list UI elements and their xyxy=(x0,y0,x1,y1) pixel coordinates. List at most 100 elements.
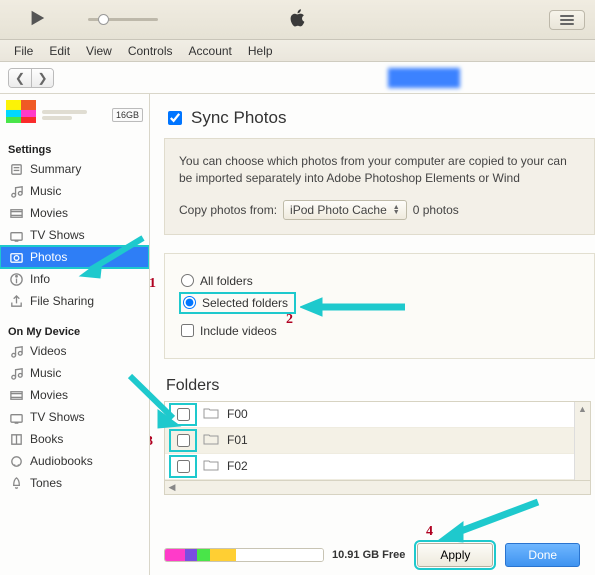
copy-from-label: Copy photos from: xyxy=(179,203,277,217)
menu-view[interactable]: View xyxy=(78,44,120,58)
device-capacity-badge: 16GB xyxy=(112,108,143,122)
apply-button[interactable]: Apply xyxy=(417,543,493,567)
usage-segment xyxy=(185,549,197,561)
sidebar-settings-summary[interactable]: Summary xyxy=(0,158,149,180)
scroll-up-icon[interactable]: ▲ xyxy=(575,402,590,416)
sync-description: You can choose which photos from your co… xyxy=(179,153,580,188)
annotation-arrow-4 xyxy=(433,494,543,547)
sidebar-settings-music[interactable]: Music xyxy=(0,180,149,202)
annotation-3: 3 xyxy=(150,434,153,450)
sidebar: 16GB Settings Summary Music Movies TV Shows… xyxy=(0,94,150,575)
tv-icon xyxy=(8,409,24,425)
folder-row[interactable]: F01 xyxy=(165,428,590,454)
folder-options-box: All folders Selected folders Include vid… xyxy=(164,253,595,359)
scrollbar-horizontal[interactable]: ◀ xyxy=(164,481,591,495)
sidebar-item-label: Info xyxy=(30,272,50,286)
storage-usage-bar xyxy=(164,548,324,562)
apple-logo-icon xyxy=(287,7,309,32)
nav-row: ❮ ❯ xyxy=(0,62,595,94)
menu-edit[interactable]: Edit xyxy=(41,44,78,58)
folder-name: F02 xyxy=(227,459,248,473)
sidebar-ondevice-music[interactable]: Music xyxy=(0,362,149,384)
sync-info-box: You can choose which photos from your co… xyxy=(164,138,595,235)
menu-account[interactable]: Account xyxy=(181,44,240,58)
folder-checkbox[interactable] xyxy=(171,457,195,476)
storage-free-label: 10.91 GB Free xyxy=(332,549,405,561)
list-view-button[interactable] xyxy=(549,10,585,30)
movies-icon xyxy=(8,387,24,403)
usage-segment xyxy=(210,549,236,561)
share-icon xyxy=(8,293,24,309)
storage-usage: 10.91 GB Free xyxy=(164,548,405,562)
copy-from-dropdown[interactable]: iPod Photo Cache ▲▼ xyxy=(283,200,407,220)
nav-forward-button[interactable]: ❯ xyxy=(31,69,53,87)
sidebar-item-label: Photos xyxy=(30,250,67,264)
radio-selected-folders[interactable]: Selected folders xyxy=(181,294,294,312)
folder-checkbox[interactable] xyxy=(171,405,195,424)
sidebar-item-label: File Sharing xyxy=(30,294,94,308)
menu-file[interactable]: File xyxy=(6,44,41,58)
chevron-updown-icon: ▲▼ xyxy=(393,205,400,215)
sidebar-item-label: TV Shows xyxy=(30,228,85,242)
books-icon xyxy=(8,431,24,447)
device-thumbnail-icon xyxy=(6,100,36,130)
sidebar-ondevice-tones[interactable]: Tones xyxy=(0,472,149,494)
forward-button[interactable] xyxy=(52,13,64,27)
folder-icon xyxy=(203,407,219,422)
sidebar-item-label: Audiobooks xyxy=(30,454,93,468)
content-pane: Sync Photos You can choose which photos … xyxy=(150,94,595,575)
nav-back-button[interactable]: ❮ xyxy=(9,69,31,87)
checkbox-include-videos[interactable]: Include videos xyxy=(181,324,578,338)
device-header[interactable]: 16GB xyxy=(0,94,149,140)
sidebar-settings-tv-shows[interactable]: TV Shows xyxy=(0,224,149,246)
volume-slider[interactable] xyxy=(82,18,164,21)
bottom-bar: 10.91 GB Free Apply Done xyxy=(164,543,595,567)
tv-icon xyxy=(8,227,24,243)
folder-name: F01 xyxy=(227,433,248,447)
sidebar-ondevice-audiobooks[interactable]: Audiobooks xyxy=(0,450,149,472)
sidebar-ondevice-movies[interactable]: Movies xyxy=(0,384,149,406)
sidebar-item-label: Movies xyxy=(30,388,68,402)
scrollbar-vertical[interactable]: ▲ xyxy=(574,402,590,480)
play-button[interactable] xyxy=(22,9,52,30)
usage-segment xyxy=(165,549,185,561)
sidebar-section-settings: Settings xyxy=(0,140,149,158)
annotation-4: 4 xyxy=(426,524,433,540)
rewind-button[interactable] xyxy=(10,13,22,27)
sidebar-settings-photos[interactable]: Photos xyxy=(0,246,149,268)
menu-controls[interactable]: Controls xyxy=(120,44,181,58)
device-name-redacted xyxy=(388,68,460,88)
sidebar-settings-file-sharing[interactable]: File Sharing xyxy=(0,290,149,312)
radio-all-folders[interactable]: All folders xyxy=(181,274,578,288)
photo-count: 0 photos xyxy=(413,203,459,217)
done-button[interactable]: Done xyxy=(505,543,580,567)
sidebar-section-ondevice: On My Device xyxy=(0,322,149,340)
movies-icon xyxy=(8,205,24,221)
usage-segment xyxy=(197,549,211,561)
sync-photos-checkbox[interactable] xyxy=(168,111,182,125)
sidebar-item-label: Movies xyxy=(30,206,68,220)
usage-segment xyxy=(236,549,323,561)
sidebar-ondevice-tv-shows[interactable]: TV Shows xyxy=(0,406,149,428)
folder-icon xyxy=(203,459,219,474)
menu-bar: File Edit View Controls Account Help xyxy=(0,40,595,62)
sidebar-item-label: Music xyxy=(30,184,61,198)
sidebar-ondevice-books[interactable]: Books xyxy=(0,428,149,450)
sidebar-settings-movies[interactable]: Movies xyxy=(0,202,149,224)
sidebar-settings-info[interactable]: Info xyxy=(0,268,149,290)
folder-row[interactable]: F02 xyxy=(165,454,590,480)
scroll-left-icon[interactable]: ◀ xyxy=(165,482,179,493)
music-icon xyxy=(8,365,24,381)
player-toolbar xyxy=(0,0,595,40)
info-icon xyxy=(8,271,24,287)
folder-row[interactable]: F00 xyxy=(165,402,590,428)
folder-list: F00 F01 F02 ▲ xyxy=(164,401,591,481)
folder-checkbox[interactable] xyxy=(171,431,195,450)
folders-heading: Folders xyxy=(166,377,595,395)
menu-help[interactable]: Help xyxy=(240,44,281,58)
sidebar-item-label: Tones xyxy=(30,476,62,490)
sidebar-ondevice-videos[interactable]: Videos xyxy=(0,340,149,362)
folder-name: F00 xyxy=(227,407,248,421)
annotation-1: 1 xyxy=(150,276,156,292)
sidebar-item-label: TV Shows xyxy=(30,410,85,424)
